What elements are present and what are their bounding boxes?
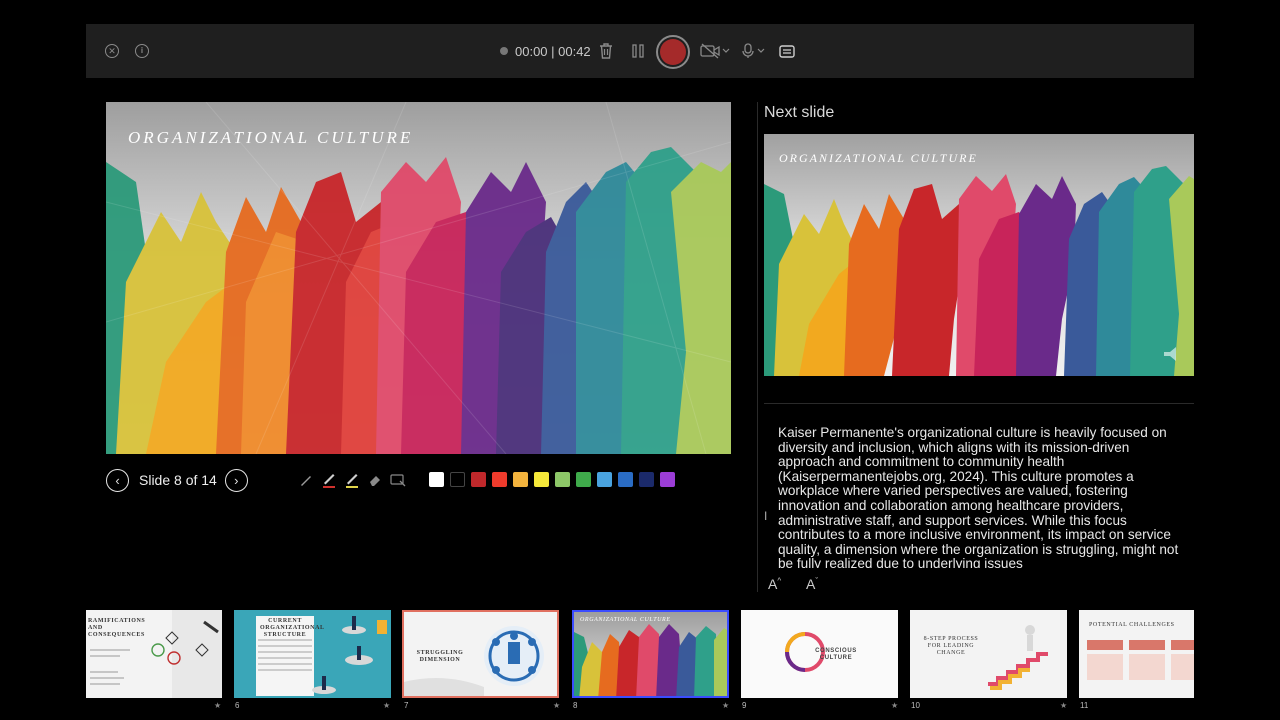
record-button[interactable] xyxy=(656,35,690,69)
ink-color-swatch[interactable] xyxy=(576,472,591,487)
presenter-view: ✕ i 00:00 | 00:42 ORGANIZATIONAL CULTURE… xyxy=(0,0,1280,720)
thumbnail-star-icon: ★ xyxy=(214,701,222,710)
laser-pointer-icon[interactable] xyxy=(390,472,406,488)
top-toolbar: ✕ i 00:00 | 00:42 xyxy=(86,24,1194,78)
current-slide: ORGANIZATIONAL CULTURE xyxy=(106,102,731,454)
previous-slide-button[interactable]: ‹ xyxy=(106,468,129,492)
thumbnail-title: CONSCIOUS CULTURE xyxy=(815,648,857,661)
camera-off-icon[interactable] xyxy=(700,42,730,60)
pause-icon[interactable] xyxy=(630,42,646,60)
thumbnail-slide-11[interactable]: POTENTIAL CHALLENGES xyxy=(1079,610,1194,698)
thumbnail-title: 8-STEP PROCESS FOR LEADING CHANGE xyxy=(923,636,979,656)
next-slide-preview[interactable]: ORGANIZATIONAL CULTURE xyxy=(764,134,1194,376)
decrease-font-button[interactable]: Aˇ xyxy=(806,576,818,592)
slide-navigation: ‹ Slide 8 of 14 › xyxy=(106,467,248,493)
thumbnail-title: CURRENT ORGANIZATIONAL STRUCTURE xyxy=(260,618,325,638)
highlighter-icon[interactable] xyxy=(344,472,360,488)
ink-color-swatch[interactable] xyxy=(597,472,612,487)
thumbnail-slide-6[interactable]: CURRENT ORGANIZATIONAL STRUCTURE xyxy=(234,610,391,698)
next-slide-button[interactable]: › xyxy=(224,468,248,492)
ink-color-swatch[interactable] xyxy=(471,472,486,487)
timer-text: 00:00 | 00:42 xyxy=(515,43,591,59)
thumbnail-number: 10 xyxy=(911,701,920,710)
slide-thumbnail-strip: RAMIFICATIONS AND CONSEQUENCES ★ CURRENT… xyxy=(86,608,1194,720)
record-dot xyxy=(660,39,686,65)
slide-counter: Slide 8 of 14 xyxy=(139,472,217,488)
ink-color-swatch[interactable] xyxy=(492,472,507,487)
chevron-right-icon: › xyxy=(234,472,239,488)
thumbnail-number: 11 xyxy=(1080,701,1089,710)
thumbnail-slide-9[interactable]: CONSCIOUS CULTURE xyxy=(741,610,898,698)
text-cursor-icon: I xyxy=(764,509,768,523)
raised-hands-artwork xyxy=(106,102,731,454)
thumbnail-star-icon: ★ xyxy=(383,701,391,710)
thumbnail-art xyxy=(574,624,727,696)
decrease-font-label: A xyxy=(806,576,816,592)
ink-color-palette xyxy=(429,472,675,487)
thumbnail-slide-5[interactable]: RAMIFICATIONS AND CONSEQUENCES xyxy=(86,610,222,698)
thumbnail-art xyxy=(90,610,222,698)
red-pen-icon[interactable] xyxy=(321,472,337,488)
chevron-left-icon: ‹ xyxy=(115,472,120,488)
thumbnail-slide-7[interactable]: STRUGGLING DIMENSION xyxy=(402,610,559,698)
ink-color-swatch[interactable] xyxy=(555,472,570,487)
eraser-icon[interactable] xyxy=(367,472,383,488)
ink-color-swatch[interactable] xyxy=(429,472,444,487)
increase-font-label: A xyxy=(768,576,778,592)
subtitles-icon[interactable] xyxy=(778,43,796,59)
ink-tools xyxy=(298,470,406,490)
thumbnail-number: 8 xyxy=(573,701,578,710)
notes-divider xyxy=(764,403,1194,404)
thumbnail-number: 9 xyxy=(742,701,747,710)
ink-color-swatch[interactable] xyxy=(639,472,654,487)
close-icon[interactable]: ✕ xyxy=(105,44,119,58)
trash-icon[interactable] xyxy=(598,42,614,60)
thumbnail-title: STRUGGLING DIMENSION xyxy=(416,650,464,663)
timer-dot xyxy=(500,47,508,55)
thumbnail-slide-8[interactable]: ORGANIZATIONAL CULTURE xyxy=(572,610,729,698)
ink-color-swatch[interactable] xyxy=(660,472,675,487)
recording-timer: 00:00 | 00:42 xyxy=(500,42,591,60)
next-slide-artwork xyxy=(764,166,1194,376)
pen-icon[interactable] xyxy=(298,472,314,488)
thumbnail-title: ORGANIZATIONAL CULTURE xyxy=(580,617,671,623)
increase-font-button[interactable]: A^ xyxy=(768,576,781,592)
ink-color-swatch[interactable] xyxy=(513,472,528,487)
thumbnail-number: 6 xyxy=(235,701,240,710)
thumbnail-star-icon: ★ xyxy=(553,701,561,710)
panel-divider xyxy=(757,102,758,592)
thumbnail-star-icon: ★ xyxy=(1060,701,1068,710)
thumbnail-title: POTENTIAL CHALLENGES xyxy=(1089,622,1175,628)
info-icon[interactable]: i xyxy=(135,44,149,58)
next-slide-label: Next slide xyxy=(764,104,835,121)
ink-color-swatch[interactable] xyxy=(534,472,549,487)
next-slide-title: ORGANIZATIONAL CULTURE xyxy=(779,151,978,165)
microphone-icon[interactable] xyxy=(740,42,768,60)
thumbnail-art xyxy=(256,616,387,696)
thumbnail-star-icon: ★ xyxy=(891,701,899,710)
thumbnail-star-icon: ★ xyxy=(722,701,730,710)
speaker-notes[interactable]: Kaiser Permanente's organizational cultu… xyxy=(778,426,1186,568)
slide-title: ORGANIZATIONAL CULTURE xyxy=(128,128,414,147)
ink-color-swatch[interactable] xyxy=(450,472,465,487)
ink-color-swatch[interactable] xyxy=(618,472,633,487)
thumbnail-slide-10[interactable]: 8-STEP PROCESS FOR LEADING CHANGE xyxy=(910,610,1067,698)
thumbnail-number: 7 xyxy=(404,701,409,710)
